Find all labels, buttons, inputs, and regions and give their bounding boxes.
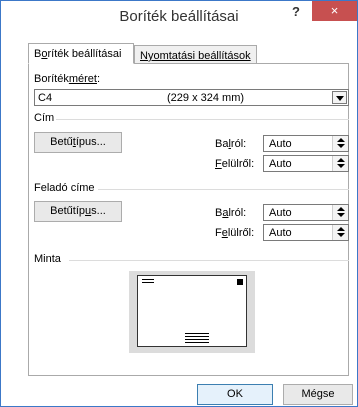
return-address-line xyxy=(142,279,154,280)
address-line xyxy=(185,336,209,337)
envelope-preview xyxy=(137,275,247,347)
arrow-up-icon xyxy=(337,227,345,231)
address-from-left-spinner[interactable]: Auto xyxy=(263,135,349,152)
return-address-from-top-label: Felülről: xyxy=(215,227,255,239)
arrow-down-icon xyxy=(337,164,345,168)
spinner-buttons[interactable] xyxy=(332,156,348,171)
ok-button[interactable]: OK xyxy=(197,384,273,405)
preview-heading: Minta xyxy=(34,253,61,265)
return-address-line xyxy=(142,282,154,283)
address-from-top-spinner[interactable]: Auto xyxy=(263,155,349,172)
return-address-from-left-label: Balról: xyxy=(215,207,247,219)
arrow-up-icon xyxy=(337,138,345,142)
return-address-from-top-spinner[interactable]: Auto xyxy=(263,224,349,241)
arrow-up-icon xyxy=(337,158,345,162)
envelope-size-select[interactable]: C4 (229 x 324 mm) xyxy=(34,89,349,106)
cancel-button[interactable]: Mégse xyxy=(283,384,353,405)
tab-printing-options[interactable]: Nyomtatási beállítások xyxy=(134,45,257,64)
spinner-buttons[interactable] xyxy=(332,225,348,240)
arrow-up-icon xyxy=(337,207,345,211)
envelope-options-dialog: Boríték beállításai ? × Boríték beállítá… xyxy=(0,0,358,407)
address-font-button[interactable]: Betűtípus... xyxy=(34,132,122,153)
address-from-left-label: Balról: xyxy=(215,138,247,150)
spinner-buttons[interactable] xyxy=(332,136,348,151)
arrow-down-icon xyxy=(337,233,345,237)
envelope-size-code: C4 xyxy=(38,92,53,104)
return-address-font-button[interactable]: Betűtípus... xyxy=(34,201,122,222)
address-from-top-value: Auto xyxy=(269,158,292,170)
envelope-size-dimensions: (229 x 324 mm) xyxy=(167,92,245,104)
spinner-buttons[interactable] xyxy=(332,205,348,220)
stamp-icon xyxy=(237,279,243,285)
return-address-from-top-value: Auto xyxy=(269,227,292,239)
return-address-from-left-value: Auto xyxy=(269,207,292,219)
address-line xyxy=(185,342,209,343)
help-button[interactable]: ? xyxy=(284,2,308,22)
arrow-down-icon xyxy=(337,213,345,217)
arrow-down-icon xyxy=(337,144,345,148)
tab-envelope-options[interactable]: Boríték beállításai xyxy=(28,43,134,64)
return-address-from-left-spinner[interactable]: Auto xyxy=(263,204,349,221)
dropdown-button[interactable] xyxy=(332,91,347,104)
preview-divider xyxy=(69,260,349,261)
return-address-divider xyxy=(98,189,349,190)
address-from-top-label: Felülről: xyxy=(215,158,255,170)
title-bar: Boríték beállításai ? × xyxy=(1,1,357,33)
address-divider xyxy=(56,119,349,120)
address-line xyxy=(185,333,209,334)
address-from-left-value: Auto xyxy=(269,138,292,150)
address-line xyxy=(185,339,209,340)
return-address-heading: Feladó címe xyxy=(34,182,95,194)
close-button[interactable]: × xyxy=(312,1,357,21)
address-heading: Cím xyxy=(34,112,55,124)
chevron-down-icon xyxy=(336,96,344,101)
close-icon: × xyxy=(330,3,339,18)
envelope-size-label: Borítékméret: xyxy=(34,73,101,85)
